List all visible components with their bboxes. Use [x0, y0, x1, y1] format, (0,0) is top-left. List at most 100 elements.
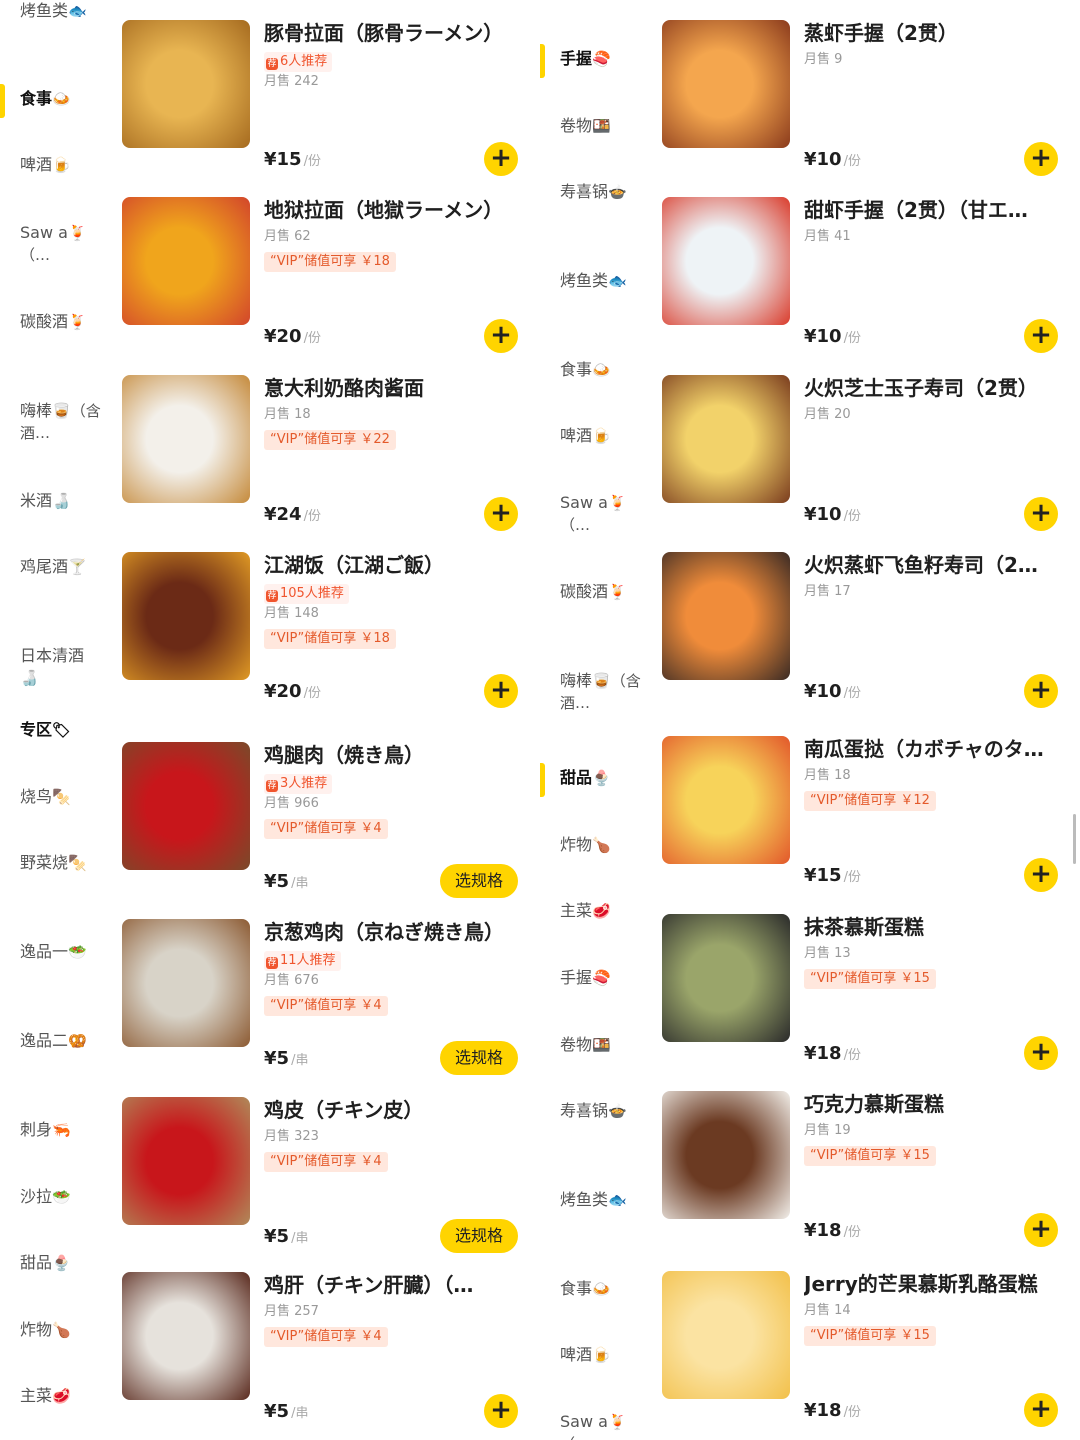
sidebar-item[interactable]: Saw a🍹（…: [540, 1411, 648, 1440]
item-name[interactable]: 甜虾手握（2贯）（甘エ…: [804, 197, 1066, 223]
select-spec-button[interactable]: 选规格: [440, 1041, 518, 1075]
scrollbar[interactable]: [1073, 814, 1076, 864]
sidebar-item[interactable]: 专区🏷: [0, 719, 108, 741]
add-to-cart-button[interactable]: +: [1024, 142, 1058, 176]
add-to-cart-button[interactable]: +: [1024, 497, 1058, 531]
item-name[interactable]: Jerry的芒果慕斯乳酪蛋糕: [804, 1271, 1066, 1297]
menu-item-card[interactable]: 鸡皮（チキン皮） 月售 323 “VIP”储值可享 ￥4 ¥5/串 选规格: [120, 1097, 530, 1275]
sidebar-item[interactable]: 烤鱼类🐟: [540, 1189, 648, 1211]
sidebar-item[interactable]: 炸物🍗: [0, 1319, 108, 1341]
add-to-cart-button[interactable]: +: [484, 142, 518, 176]
sidebar-item[interactable]: 烧鸟🍢: [0, 786, 108, 808]
item-name[interactable]: 地狱拉面（地獄ラーメン）: [264, 197, 526, 223]
add-to-cart-button[interactable]: +: [1024, 1213, 1058, 1247]
sidebar-item[interactable]: 逸品一🥗: [0, 941, 108, 963]
sidebar-item[interactable]: 寿喜锅🍲: [540, 181, 648, 203]
add-to-cart-button[interactable]: +: [484, 1394, 518, 1428]
sidebar-item[interactable]: 炸物🍗: [540, 834, 648, 856]
sidebar-item[interactable]: 逸品二🥨: [0, 1030, 108, 1052]
sidebar-item[interactable]: 日本清酒 🍶: [0, 645, 108, 689]
sidebar-item[interactable]: 刺身🦐: [0, 1119, 108, 1141]
menu-item-card[interactable]: 火炽蒸虾飞鱼籽寿司（2… 月售 17 ¥10/份 +: [660, 552, 1070, 730]
item-name[interactable]: 豚骨拉面（豚骨ラーメン）: [264, 20, 526, 46]
food-image[interactable]: [662, 1091, 790, 1219]
food-image[interactable]: [122, 375, 250, 503]
item-name[interactable]: 京葱鸡肉（京ねぎ焼き鳥）: [264, 919, 526, 945]
menu-item-card[interactable]: 意大利奶酪肉酱面 月售 18 “VIP”储值可享 ￥22 ¥24/份 +: [120, 375, 530, 553]
sidebar-item[interactable]: 食事🍛: [540, 359, 648, 381]
menu-item-card[interactable]: Jerry的芒果慕斯乳酪蛋糕 月售 14 “VIP”储值可享 ￥15 ¥18/份 +: [660, 1271, 1070, 1440]
food-image[interactable]: [122, 1272, 250, 1400]
select-spec-button[interactable]: 选规格: [440, 1219, 518, 1253]
menu-item-card[interactable]: 蒸虾手握（2贯） 月售 9 ¥10/份 +: [660, 20, 1070, 198]
sidebar-item[interactable]: Saw a🍹（…: [540, 492, 648, 536]
item-name[interactable]: 鸡皮（チキン皮）: [264, 1097, 526, 1123]
item-name[interactable]: 江湖饭（江湖ご飯）: [264, 552, 526, 578]
item-name[interactable]: 巧克力慕斯蛋糕: [804, 1091, 1066, 1117]
food-image[interactable]: [662, 1271, 790, 1399]
sidebar-item[interactable]: 嗨棒🥃（含酒…: [0, 400, 108, 444]
sidebar-item[interactable]: 碳酸酒🍹: [540, 581, 648, 603]
select-spec-button[interactable]: 选规格: [440, 864, 518, 898]
add-to-cart-button[interactable]: +: [484, 674, 518, 708]
food-image[interactable]: [122, 1097, 250, 1225]
sidebar-item[interactable]: 食事🍛: [540, 1278, 648, 1300]
add-to-cart-button[interactable]: +: [1024, 1393, 1058, 1427]
sidebar-item[interactable]: 甜品🍨: [540, 763, 648, 797]
sidebar-item[interactable]: 啤酒🍺: [0, 154, 108, 176]
menu-item-card[interactable]: 江湖饭（江湖ご飯） 荐 105人推荐 月售 148 “VIP”储值可享 ￥18 ¥20/份…: [120, 552, 530, 730]
sidebar-item[interactable]: 食事🍛: [0, 84, 108, 118]
sidebar-item[interactable]: 烤鱼类🐟: [540, 270, 648, 292]
sidebar-item[interactable]: 碳酸酒🍹: [0, 311, 108, 333]
item-name[interactable]: 南瓜蛋挞（カボチャのタ…: [804, 736, 1066, 762]
sidebar-item[interactable]: 卷物🍱: [540, 115, 648, 137]
food-image[interactable]: [662, 375, 790, 503]
menu-item-card[interactable]: 地狱拉面（地獄ラーメン） 月售 62 “VIP”储值可享 ￥18 ¥20/份 +: [120, 197, 530, 375]
sidebar-item[interactable]: 烤鱼类🐟: [0, 0, 108, 22]
add-to-cart-button[interactable]: +: [1024, 674, 1058, 708]
sidebar-item[interactable]: 主菜🥩: [540, 900, 648, 922]
sidebar-item[interactable]: 甜品🍨: [0, 1252, 108, 1274]
sidebar-item[interactable]: 鸡尾酒🍸: [0, 556, 108, 578]
sidebar-item[interactable]: 啤酒🍺: [540, 1344, 648, 1366]
sidebar-item[interactable]: 沙拉🥗: [0, 1186, 108, 1208]
item-name[interactable]: 意大利奶酪肉酱面: [264, 375, 526, 401]
add-to-cart-button[interactable]: +: [1024, 858, 1058, 892]
menu-item-card[interactable]: 鸡腿肉（焼き鳥） 荐 3人推荐 月售 966 “VIP”储值可享 ￥4 ¥5/串 选规格: [120, 742, 530, 920]
add-to-cart-button[interactable]: +: [484, 319, 518, 353]
food-image[interactable]: [662, 736, 790, 864]
menu-item-card[interactable]: 甜虾手握（2贯）（甘エ… 月售 41 ¥10/份 +: [660, 197, 1070, 375]
item-name[interactable]: 鸡腿肉（焼き鳥）: [264, 742, 526, 768]
menu-item-card[interactable]: 鸡肝（チキン肝臓）（… 月售 257 “VIP”储值可享 ￥4 ¥5/串 +: [120, 1272, 530, 1440]
add-to-cart-button[interactable]: +: [1024, 1036, 1058, 1070]
sidebar-item[interactable]: 米酒🍶: [0, 490, 108, 512]
menu-item-card[interactable]: 京葱鸡肉（京ねぎ焼き鳥） 荐 11人推荐 月售 676 “VIP”储值可享 ￥4 ¥5/串…: [120, 919, 530, 1097]
food-image[interactable]: [122, 552, 250, 680]
menu-item-card[interactable]: 抹茶慕斯蛋糕 月售 13 “VIP”储值可享 ￥15 ¥18/份 +: [660, 914, 1070, 1092]
sidebar-item[interactable]: 寿喜锅🍲: [540, 1100, 648, 1122]
sidebar-item[interactable]: 野菜烧🍢: [0, 852, 108, 874]
food-image[interactable]: [122, 919, 250, 1047]
sidebar-item[interactable]: 手握🍣: [540, 44, 648, 78]
sidebar-item[interactable]: 手握🍣: [540, 967, 648, 989]
item-name[interactable]: 火炽芝士玉子寿司（2贯）: [804, 375, 1066, 401]
item-name[interactable]: 蒸虾手握（2贯）: [804, 20, 1066, 46]
sidebar-item[interactable]: 啤酒🍺: [540, 425, 648, 447]
add-to-cart-button[interactable]: +: [1024, 319, 1058, 353]
food-image[interactable]: [662, 552, 790, 680]
menu-item-card[interactable]: 火炽芝士玉子寿司（2贯） 月售 20 ¥10/份 +: [660, 375, 1070, 553]
sidebar-item[interactable]: Saw a🍹（…: [0, 222, 108, 266]
menu-item-card[interactable]: 巧克力慕斯蛋糕 月售 19 “VIP”储值可享 ￥15 ¥18/份 +: [660, 1091, 1070, 1269]
sidebar-item[interactable]: 主菜🥩: [0, 1385, 108, 1407]
item-name[interactable]: 鸡肝（チキン肝臓）（…: [264, 1272, 526, 1298]
item-name[interactable]: 抹茶慕斯蛋糕: [804, 914, 1066, 940]
menu-item-card[interactable]: 豚骨拉面（豚骨ラーメン） 荐 6人推荐 月售 242 ¥15/份 +: [120, 20, 530, 198]
menu-item-card[interactable]: 南瓜蛋挞（カボチャのタ… 月售 18 “VIP”储值可享 ￥12 ¥15/份 +: [660, 736, 1070, 914]
food-image[interactable]: [662, 197, 790, 325]
food-image[interactable]: [122, 742, 250, 870]
add-to-cart-button[interactable]: +: [484, 497, 518, 531]
food-image[interactable]: [662, 20, 790, 148]
food-image[interactable]: [122, 197, 250, 325]
item-name[interactable]: 火炽蒸虾飞鱼籽寿司（2…: [804, 552, 1066, 578]
sidebar-item[interactable]: 卷物🍱: [540, 1034, 648, 1056]
